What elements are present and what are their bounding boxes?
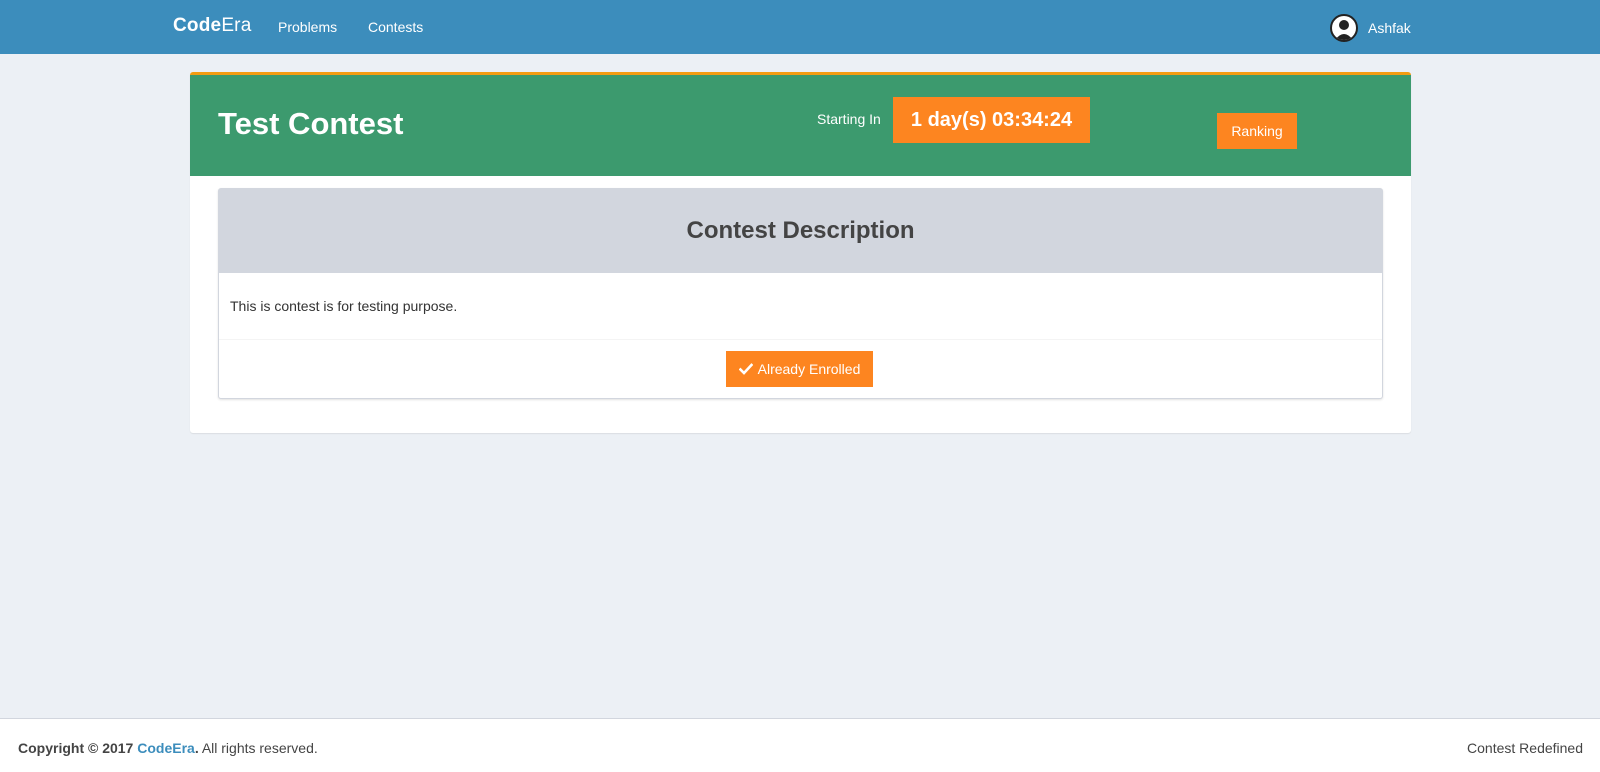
contest-box: Test Contest Starting In 1 day(s) 03:34:…: [190, 72, 1411, 433]
brand-light: Era: [221, 15, 252, 36]
description-title: Contest Description: [686, 217, 915, 244]
contest-title: Test Contest: [218, 106, 404, 141]
nav-contests-link[interactable]: Contests: [368, 19, 423, 35]
user-name: Ashfak: [1368, 20, 1411, 36]
divider: [219, 339, 1382, 340]
ranking-button[interactable]: Ranking: [1217, 113, 1297, 149]
contest-header: Test Contest Starting In 1 day(s) 03:34:…: [190, 75, 1411, 176]
description-text: This is contest is for testing purpose.: [230, 298, 458, 314]
top-navbar: CodeEra Problems Contests Ashfak: [0, 0, 1600, 54]
brand-bold: Code: [173, 15, 222, 36]
copyright-prefix: Copyright © 2017: [18, 740, 138, 756]
user-menu[interactable]: Ashfak: [1330, 14, 1411, 42]
starting-in-label: Starting In: [817, 111, 881, 127]
countdown-timer: 1 day(s) 03:34:24: [893, 97, 1090, 143]
check-icon: [738, 362, 753, 376]
nav-problems-link[interactable]: Problems: [278, 19, 337, 35]
footer-brand-link[interactable]: CodeEra: [137, 740, 195, 756]
description-panel: Contest Description This is contest is f…: [218, 188, 1383, 399]
page: CodeEra Problems Contests Ashfak Test Co…: [0, 0, 1600, 772]
already-enrolled-button[interactable]: Already Enrolled: [726, 351, 873, 387]
description-header: Contest Description: [219, 189, 1382, 273]
avatar-icon: [1330, 14, 1358, 42]
footer: Copyright © 2017 CodeEra. All rights res…: [0, 718, 1600, 772]
enroll-label: Already Enrolled: [757, 361, 861, 377]
brand-logo[interactable]: CodeEra: [173, 15, 251, 37]
footer-tagline: Contest Redefined: [1467, 740, 1583, 756]
copyright: Copyright © 2017 CodeEra. All rights res…: [18, 740, 318, 756]
copyright-rights: All rights reserved.: [198, 740, 318, 756]
